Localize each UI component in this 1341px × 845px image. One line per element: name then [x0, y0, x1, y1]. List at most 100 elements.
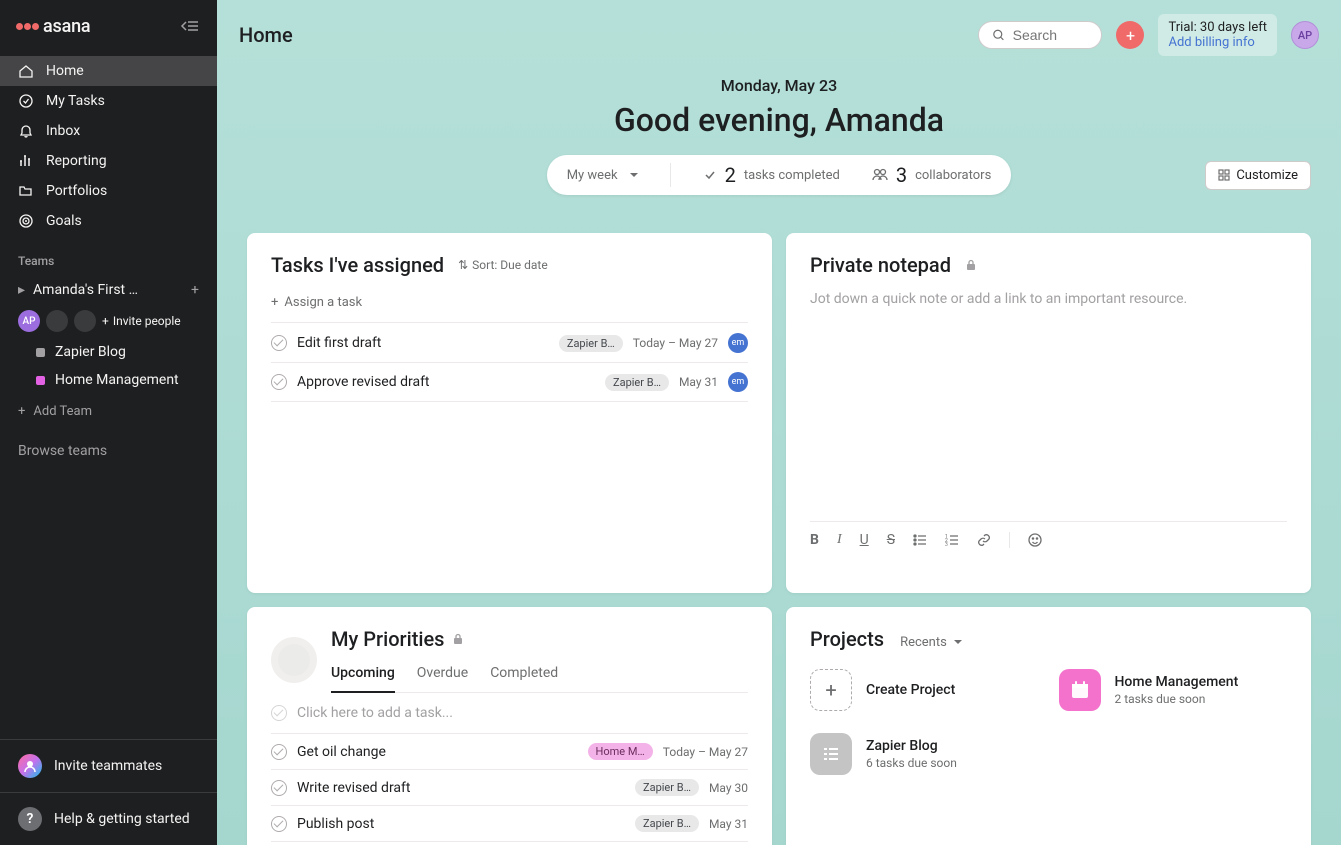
collapse-sidebar-button[interactable] — [177, 14, 201, 38]
task-name: Publish post — [297, 816, 625, 832]
avatar-placeholder — [74, 310, 96, 332]
task-date: May 30 — [709, 781, 748, 795]
add-task-input[interactable]: Click here to add a task... — [271, 693, 748, 734]
emoji-button[interactable] — [1028, 533, 1042, 547]
customize-icon — [1218, 169, 1230, 181]
tasks-completed-stat: 2 tasks completed — [703, 163, 840, 187]
task-row[interactable]: Publish post Zapier B… May 31 — [271, 806, 748, 842]
task-row[interactable]: Get oil change Home M… Today – May 27 — [271, 734, 748, 770]
logo[interactable]: asana — [16, 16, 90, 37]
add-billing-link[interactable]: Add billing info — [1168, 35, 1267, 50]
project-pill[interactable]: Zapier B… — [635, 815, 699, 832]
assigned-tasks-card: Tasks I've assigned ⇅ Sort: Due date + A… — [247, 233, 772, 593]
notepad-card: Private notepad Jot down a quick note or… — [786, 233, 1311, 593]
create-project-label: Create Project — [866, 682, 955, 698]
task-row[interactable]: Approve revised draft Zapier B… May 31 e… — [271, 363, 748, 402]
task-checkbox[interactable] — [271, 744, 287, 760]
project-color-dot — [36, 376, 45, 385]
tab-completed[interactable]: Completed — [490, 659, 558, 693]
nav-label: Home — [46, 63, 84, 79]
priorities-card: My Priorities Upcoming Overdue Completed C… — [247, 607, 772, 845]
underline-button[interactable]: U — [860, 532, 869, 548]
task-date: Today – May 27 — [663, 745, 748, 759]
project-label: Home Management — [55, 372, 179, 388]
add-team-button[interactable]: + Add Team — [0, 394, 217, 429]
task-name: Get oil change — [297, 744, 578, 760]
task-checkbox[interactable] — [271, 374, 287, 390]
trial-banner: Trial: 30 days left Add billing info — [1158, 14, 1277, 56]
sort-button[interactable]: ⇅ Sort: Due date — [458, 258, 548, 272]
avatar[interactable]: AP — [18, 310, 40, 332]
assign-task-label: Assign a task — [284, 295, 362, 310]
assign-task-button[interactable]: + Assign a task — [271, 291, 748, 323]
task-date: Today – May 27 — [633, 336, 718, 350]
invite-people-button[interactable]: + Invite people — [102, 314, 181, 328]
customize-button[interactable]: Customize — [1205, 161, 1311, 190]
browse-teams-link[interactable]: Browse teams — [0, 429, 217, 473]
task-checkbox[interactable] — [271, 780, 287, 796]
strikethrough-button[interactable]: S — [887, 532, 895, 548]
nav-item-reporting[interactable]: Reporting — [0, 146, 217, 176]
tab-overdue[interactable]: Overdue — [417, 659, 468, 693]
nav-item-inbox[interactable]: Inbox — [0, 116, 217, 146]
search-input[interactable] — [1013, 27, 1088, 43]
invite-teammates-button[interactable]: Invite teammates — [0, 739, 217, 792]
project-name: Home Management — [1115, 674, 1239, 690]
project-pill[interactable]: Zapier B… — [559, 335, 623, 352]
project-pill[interactable]: Zapier B… — [605, 374, 669, 391]
search-box[interactable] — [978, 21, 1102, 49]
task-date: May 31 — [679, 375, 718, 389]
italic-button[interactable]: I — [837, 532, 842, 548]
assignee-avatar[interactable]: em — [728, 372, 748, 392]
task-row[interactable]: Write revised draft Zapier B… May 30 — [271, 770, 748, 806]
create-project-button[interactable]: +Create Project — [810, 669, 1039, 711]
task-checkbox[interactable] — [271, 816, 287, 832]
sidebar-project[interactable]: Zapier Blog — [0, 338, 217, 366]
create-button[interactable]: + — [1116, 21, 1144, 49]
topbar: Home + Trial: 30 days left Add billing i… — [217, 0, 1341, 70]
project-subtitle: 2 tasks due soon — [1115, 692, 1239, 706]
tab-upcoming[interactable]: Upcoming — [331, 659, 395, 693]
sidebar-project[interactable]: Home Management — [0, 366, 217, 394]
invite-icon — [18, 754, 42, 778]
project-pill[interactable]: Home M… — [588, 743, 653, 760]
plus-icon: + — [18, 404, 25, 419]
people-icon — [872, 168, 888, 182]
bullet-list-button[interactable] — [913, 533, 927, 547]
task-row[interactable]: Edit first draft Zapier B… Today – May 2… — [271, 324, 748, 363]
help-label: Help & getting started — [54, 811, 190, 827]
notepad-textarea[interactable]: Jot down a quick note or add a link to a… — [810, 291, 1287, 521]
assignee-avatar[interactable]: em — [728, 333, 748, 353]
project-icon — [1059, 669, 1101, 711]
number-list-button[interactable]: 123 — [945, 533, 959, 547]
stats-pill: My week 2 tasks completed 3 collaborator… — [547, 155, 1012, 195]
nav-item-home[interactable]: Home — [0, 56, 217, 86]
team-row[interactable]: ▸ Amanda's First … + — [0, 276, 217, 304]
svg-text:3: 3 — [945, 542, 948, 547]
nav-item-goals[interactable]: Goals — [0, 206, 217, 236]
nav-item-my-tasks[interactable]: My Tasks — [0, 86, 217, 116]
chart-icon — [18, 153, 34, 169]
priorities-title: My Priorities — [331, 627, 444, 651]
collapse-icon — [180, 19, 198, 33]
link-button[interactable] — [977, 533, 991, 547]
notepad-title: Private notepad — [810, 253, 951, 277]
project-card[interactable]: Home Management 2 tasks due soon — [1059, 669, 1288, 711]
period-selector[interactable]: My week — [567, 168, 638, 183]
bold-button[interactable]: B — [810, 532, 819, 548]
help-button[interactable]: ? Help & getting started — [0, 792, 217, 845]
user-avatar[interactable]: AP — [1291, 21, 1319, 49]
plus-icon: + — [102, 314, 109, 328]
hero-date: Monday, May 23 — [217, 76, 1341, 95]
caret-icon: ▸ — [18, 282, 25, 298]
add-to-team-button[interactable]: + — [191, 282, 199, 298]
nav-item-portfolios[interactable]: Portfolios — [0, 176, 217, 206]
project-card[interactable]: Zapier Blog6 tasks due soon — [810, 733, 1039, 775]
task-name: Approve revised draft — [297, 374, 595, 390]
projects-filter[interactable]: Recents — [900, 635, 962, 650]
sidebar: asana Home My TasksInboxReportingPortfoli… — [0, 0, 217, 845]
home-icon — [18, 63, 34, 79]
task-checkbox[interactable] — [271, 335, 287, 351]
project-pill[interactable]: Zapier B… — [635, 779, 699, 796]
priorities-avatar — [271, 637, 317, 683]
